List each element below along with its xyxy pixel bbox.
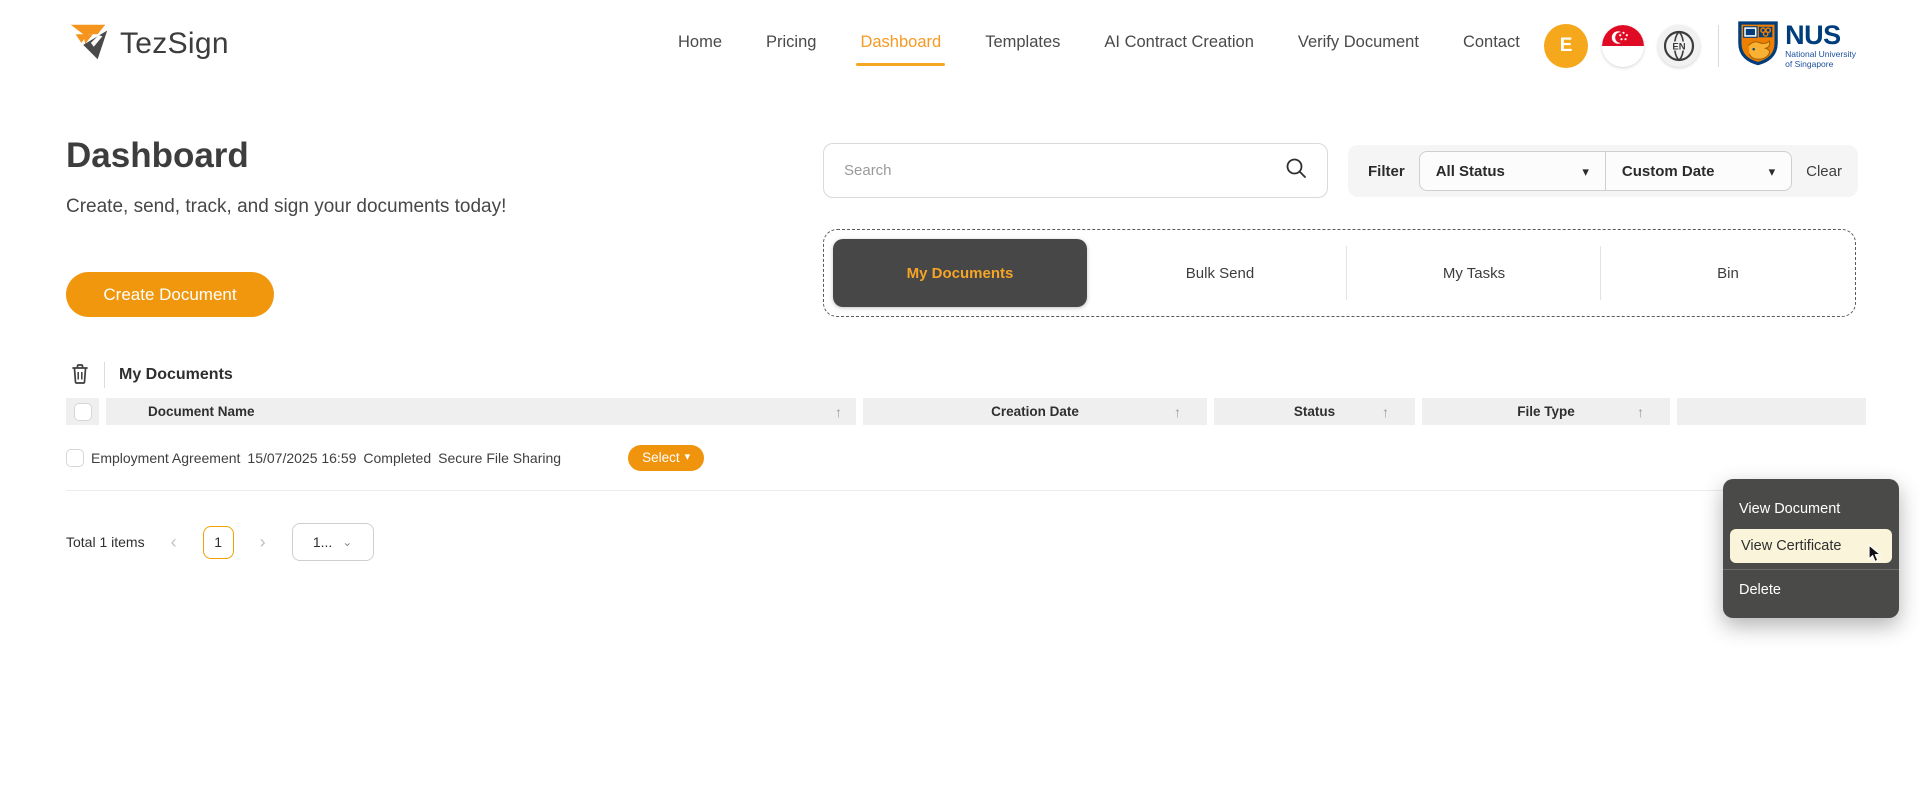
nus-logo: NUS National University of Singapore [1737, 20, 1856, 71]
nus-subtitle: National University of Singapore [1785, 50, 1856, 70]
nus-name: NUS [1785, 22, 1856, 49]
nav-templates[interactable]: Templates [983, 27, 1062, 58]
file-type-cell: Secure File Sharing [438, 450, 561, 466]
menu-item-delete[interactable]: Delete [1723, 574, 1899, 606]
trash-icon [70, 363, 90, 388]
page-title: Dashboard [66, 136, 249, 176]
search-box [823, 143, 1328, 198]
mouse-cursor-icon [1867, 544, 1884, 568]
sort-asc-icon[interactable]: ↑ [835, 404, 842, 420]
date-filter-value: Custom Date [1622, 163, 1715, 180]
document-tabs: My Documents Bulk Send My Tasks Bin [823, 229, 1856, 317]
menu-divider [1723, 569, 1899, 570]
main-nav: Home Pricing Dashboard Templates AI Cont… [676, 0, 1522, 84]
search-icon[interactable] [1285, 157, 1307, 184]
tab-bin[interactable]: Bin [1601, 230, 1855, 316]
column-label: Status [1294, 404, 1335, 419]
tab-my-tasks[interactable]: My Tasks [1347, 230, 1601, 316]
sort-asc-icon[interactable]: ↑ [1174, 404, 1181, 420]
header-divider [1718, 25, 1719, 67]
select-action-button[interactable]: Select ▾ [628, 445, 704, 471]
page-subtitle: Create, send, track, and sign your docum… [66, 196, 506, 218]
column-actions [1677, 398, 1866, 425]
row-checkbox[interactable] [66, 449, 84, 467]
menu-item-view-document[interactable]: View Document [1723, 493, 1899, 525]
pagination: Total 1 items ‹ 1 › 1... ⌄ [66, 523, 374, 561]
row-checkbox-cell [66, 449, 84, 467]
select-all-checkbox[interactable] [74, 403, 92, 421]
status-filter-value: All Status [1436, 163, 1505, 180]
menu-item-label: View Certificate [1741, 538, 1841, 554]
tezsign-logo-text: TezSign [120, 27, 229, 61]
section-divider [104, 362, 105, 388]
create-document-button[interactable]: Create Document [66, 272, 274, 317]
select-all-cell [66, 398, 99, 425]
tab-bin-label: Bin [1717, 265, 1739, 282]
select-button-label: Select [642, 450, 680, 465]
tab-bulk-send-label: Bulk Send [1186, 265, 1254, 282]
page-size-value: 1... [313, 534, 332, 550]
filter-label: Filter [1368, 163, 1405, 180]
nav-pricing[interactable]: Pricing [764, 27, 818, 58]
column-creation-date[interactable]: Creation Date ↑ [863, 398, 1207, 425]
nav-home[interactable]: Home [676, 27, 724, 58]
document-name-cell: Employment Agreement [91, 450, 240, 466]
nav-dashboard[interactable]: Dashboard [858, 27, 943, 58]
actions-cell: Select ▾ [568, 445, 704, 471]
filter-bar: Filter All Status ▾ Custom Date ▾ Clear [1348, 145, 1858, 197]
documents-section-header: My Documents [70, 362, 233, 388]
select-action-menu: View Document View Certificate Delete [1723, 479, 1899, 618]
sort-asc-icon[interactable]: ↑ [1382, 404, 1389, 420]
date-filter-dropdown[interactable]: Custom Date ▾ [1605, 152, 1791, 190]
filter-dropdowns: All Status ▾ Custom Date ▾ [1419, 151, 1792, 191]
tab-my-documents[interactable]: My Documents [833, 239, 1087, 307]
user-avatar[interactable]: E [1544, 24, 1588, 68]
singapore-flag-icon[interactable] [1602, 25, 1644, 67]
nus-text: NUS National University of Singapore [1785, 22, 1856, 70]
column-label: File Type [1517, 404, 1575, 419]
nav-ai-contract-creation[interactable]: AI Contract Creation [1102, 27, 1255, 58]
section-title: My Documents [119, 366, 233, 384]
table-header-row: Document Name ↑ Creation Date ↑ Status ↑… [66, 398, 1866, 425]
svg-text:EN: EN [1673, 41, 1686, 52]
nav-contact[interactable]: Contact [1461, 27, 1522, 58]
tezsign-logo-icon [66, 18, 112, 69]
status-cell: Completed [363, 450, 431, 466]
prev-page-icon[interactable]: ‹ [171, 533, 177, 551]
column-label: Creation Date [991, 404, 1079, 419]
sort-asc-icon[interactable]: ↑ [1637, 404, 1644, 420]
bulk-delete-button[interactable] [70, 363, 90, 388]
tezsign-logo[interactable]: TezSign [66, 18, 229, 69]
table-row: Employment Agreement 15/07/2025 16:59 Co… [66, 425, 1866, 491]
menu-item-view-certificate[interactable]: View Certificate [1730, 529, 1892, 563]
column-status[interactable]: Status ↑ [1214, 398, 1415, 425]
caret-down-icon: ▾ [1769, 165, 1776, 178]
clear-filters-button[interactable]: Clear [1806, 163, 1842, 180]
chevron-down-icon: ⌄ [342, 535, 352, 549]
tab-my-tasks-label: My Tasks [1443, 265, 1505, 282]
status-filter-dropdown[interactable]: All Status ▾ [1420, 152, 1605, 190]
documents-table: Document Name ↑ Creation Date ↑ Status ↑… [66, 398, 1866, 491]
nus-shield-icon [1737, 20, 1779, 71]
header-right-cluster: E EN [1544, 20, 1856, 71]
caret-down-icon: ▾ [685, 452, 691, 463]
column-document-name[interactable]: Document Name ↑ [106, 398, 856, 425]
tezsign-dashboard-app: TezSign Home Pricing Dashboard Templates… [0, 0, 1920, 800]
column-file-type[interactable]: File Type ↑ [1422, 398, 1670, 425]
total-items-label: Total 1 items [66, 534, 145, 550]
next-page-icon[interactable]: › [260, 533, 266, 551]
creation-date-cell: 15/07/2025 16:59 [247, 450, 356, 466]
top-navigation-bar: TezSign Home Pricing Dashboard Templates… [0, 0, 1920, 84]
language-globe-icon[interactable]: EN [1658, 25, 1700, 67]
caret-down-icon: ▾ [1582, 165, 1589, 178]
page-size-select[interactable]: 1... ⌄ [292, 523, 374, 561]
tab-bulk-send[interactable]: Bulk Send [1093, 230, 1347, 316]
column-label: Document Name [148, 404, 255, 419]
page-number-button[interactable]: 1 [203, 526, 234, 559]
search-input[interactable] [844, 162, 1285, 179]
nav-verify-document[interactable]: Verify Document [1296, 27, 1421, 58]
